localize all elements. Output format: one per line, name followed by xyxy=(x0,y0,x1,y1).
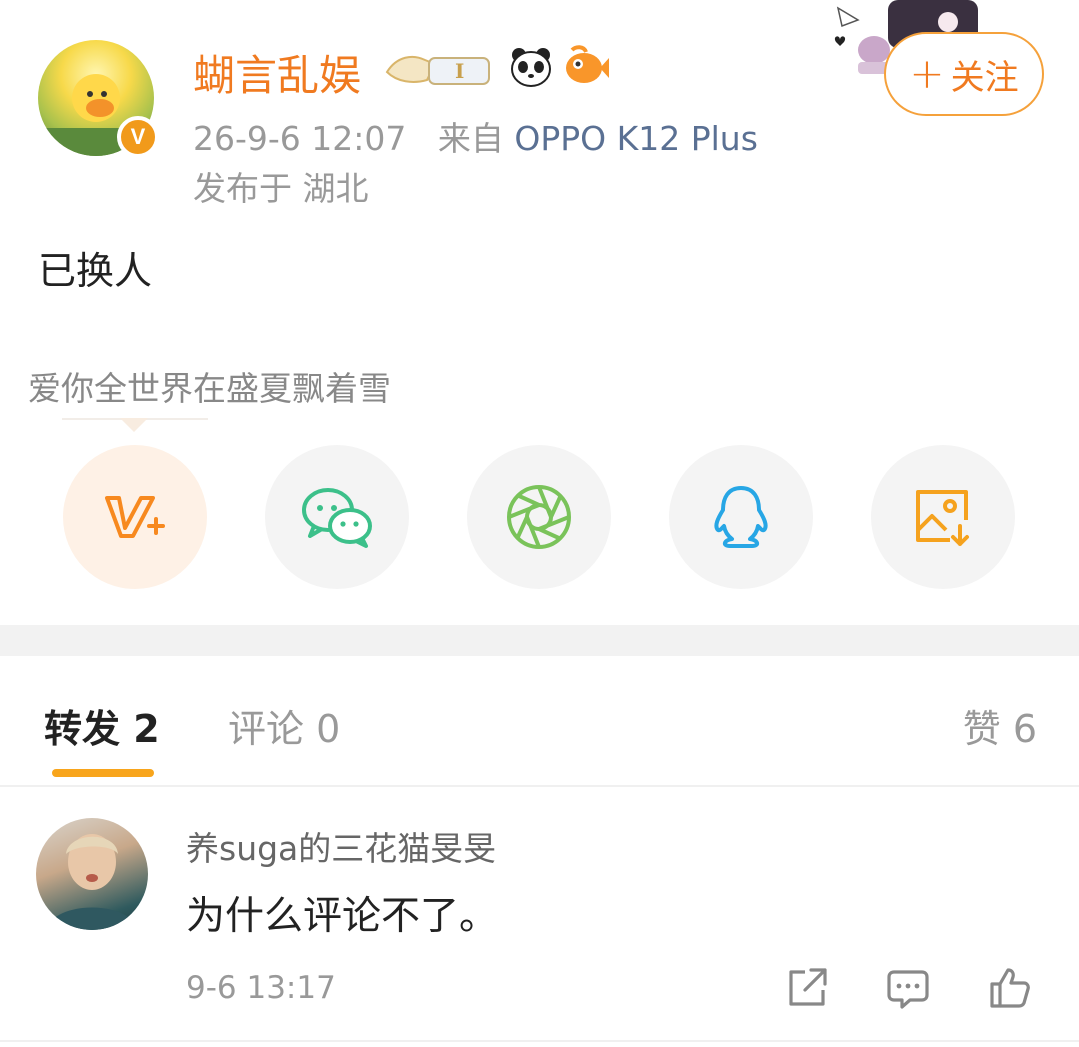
tab-divider xyxy=(0,785,1079,787)
follow-label: 关注 xyxy=(950,57,1019,98)
author-name[interactable]: 蝴言乱娱 xyxy=(193,42,361,103)
post-source-label: 来自 xyxy=(437,119,504,158)
repost-action-button[interactable] xyxy=(785,966,829,1010)
share-to-moments-button[interactable] xyxy=(467,445,611,589)
share-arrow-icon xyxy=(789,968,827,1006)
comment-action-button[interactable] xyxy=(886,966,930,1010)
plus-icon: + xyxy=(909,49,945,98)
post-tagline: 爱你全世界在盛夏飘着雪 xyxy=(28,369,391,408)
tab-comment[interactable]: 评论 0 xyxy=(228,698,340,753)
share-to-weibo-button[interactable] xyxy=(63,445,207,589)
post-device-link[interactable]: OPPO K12 Plus xyxy=(514,119,758,158)
save-image-button[interactable] xyxy=(871,445,1015,589)
svg-text:I: I xyxy=(455,59,464,83)
moments-icon xyxy=(507,485,571,549)
tooltip-arrow-icon xyxy=(120,418,148,432)
like-action-button[interactable] xyxy=(988,966,1032,1010)
tab-repost[interactable]: 转发 2 xyxy=(44,698,160,753)
comment-text: 为什么评论不了。 xyxy=(186,894,499,939)
wechat-icon xyxy=(302,488,372,548)
fish-badge-icon[interactable] xyxy=(562,44,610,90)
follow-button[interactable]: + 关注 xyxy=(884,32,1044,116)
active-tab-indicator xyxy=(52,769,154,777)
post-meta: 26-9-6 12:07 来自 OPPO K12 Plus xyxy=(193,112,758,160)
membership-wing-badge-icon[interactable]: I xyxy=(383,50,499,90)
verified-badge-icon: V xyxy=(117,116,159,158)
post-location: 发布于 湖北 xyxy=(193,169,369,208)
list-divider xyxy=(0,1040,1079,1042)
weibo-share-icon xyxy=(105,496,165,538)
commenter-name[interactable]: 养suga的三花猫旻旻 xyxy=(186,822,496,870)
share-to-wechat-button[interactable] xyxy=(265,445,409,589)
panda-badge-icon[interactable] xyxy=(508,44,554,90)
comment-time: 9-6 13:17 xyxy=(186,970,336,1006)
post-content: 已换人 xyxy=(38,249,153,293)
share-to-qq-button[interactable] xyxy=(669,445,813,589)
tab-like[interactable]: 赞 6 xyxy=(963,698,1037,753)
qq-icon xyxy=(714,486,768,548)
commenter-avatar[interactable] xyxy=(36,818,148,930)
comment-bubble-icon xyxy=(887,970,929,1009)
post-time: 26-9-6 12:07 xyxy=(193,119,407,158)
section-divider xyxy=(0,625,1079,656)
thumbs-up-icon xyxy=(990,968,1030,1008)
save-image-icon xyxy=(916,490,969,546)
